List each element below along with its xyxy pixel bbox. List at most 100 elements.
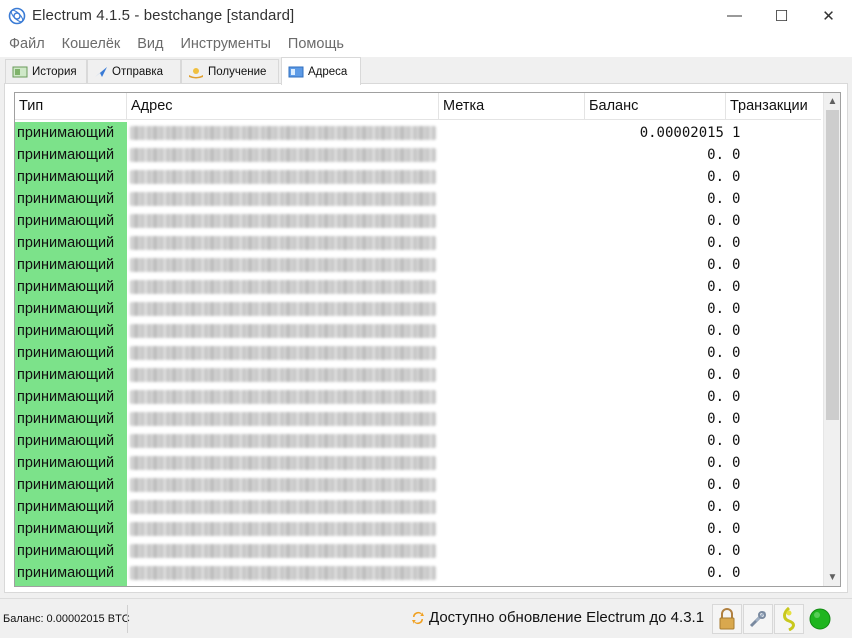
network-status-icon[interactable]: [805, 604, 835, 634]
label-cell[interactable]: [439, 386, 585, 408]
table-row[interactable]: принимающий 0. 0: [15, 562, 821, 584]
tab-send[interactable]: Отправка: [87, 59, 181, 84]
scroll-down-icon[interactable]: ▼: [824, 569, 840, 586]
transactions-cell: 0: [732, 345, 741, 361]
label-cell[interactable]: [439, 342, 585, 364]
label-cell[interactable]: [439, 320, 585, 342]
table-row[interactable]: принимающий 0. 0: [15, 474, 821, 496]
tab-receive[interactable]: Получение: [181, 59, 279, 84]
balance-cell: 0.: [707, 235, 724, 251]
menu-wallet[interactable]: Кошелёк: [54, 36, 129, 52]
table-row[interactable]: принимающий 0. 0: [15, 364, 821, 386]
table-row[interactable]: принимающий 0. 0: [15, 430, 821, 452]
table-row[interactable]: принимающий 0. 0: [15, 496, 821, 518]
electrum-logo-icon: [8, 7, 26, 24]
table-row[interactable]: принимающий 0. 0: [15, 276, 821, 298]
table-row[interactable]: принимающий 0. 0: [15, 452, 821, 474]
transactions-cell: 0: [732, 433, 741, 449]
menu-help[interactable]: Помощь: [280, 36, 352, 52]
label-cell[interactable]: [439, 540, 585, 562]
electrum-window: Electrum 4.1.5 - bestchange [standard] —…: [0, 0, 852, 638]
redacted-address: [130, 170, 436, 184]
update-refresh-icon: [411, 611, 425, 625]
address-cell: [127, 540, 439, 562]
address-cell: [127, 232, 439, 254]
label-cell[interactable]: [439, 408, 585, 430]
label-cell[interactable]: [439, 276, 585, 298]
balance-cell: 0.: [707, 543, 724, 559]
table-row[interactable]: принимающий 0. 0: [15, 518, 821, 540]
table-row[interactable]: принимающий 0. 0: [15, 540, 821, 562]
table-row[interactable]: принимающий 0. 0: [15, 298, 821, 320]
transactions-cell: 0: [732, 455, 741, 471]
table-row[interactable]: принимающий 0. 0: [15, 254, 821, 276]
label-cell[interactable]: [439, 166, 585, 188]
maximize-button[interactable]: ☐: [758, 0, 805, 31]
tab-receive-label: Получение: [208, 66, 267, 78]
scroll-up-icon[interactable]: ▲: [824, 93, 840, 110]
address-cell: [127, 144, 439, 166]
label-cell[interactable]: [439, 254, 585, 276]
label-cell[interactable]: [439, 452, 585, 474]
balance-cell: 0.: [707, 367, 724, 383]
balance-cell: 0.: [707, 191, 724, 207]
address-type-cell: принимающий: [15, 122, 127, 144]
table-row[interactable]: принимающий 0. 0: [15, 166, 821, 188]
transactions-cell: 0: [732, 389, 741, 405]
address-type-cell: принимающий: [15, 188, 127, 210]
transactions-cell: 0: [732, 499, 741, 515]
table-row[interactable]: принимающий 0. 0: [15, 342, 821, 364]
minimize-button[interactable]: —: [711, 0, 758, 31]
label-cell[interactable]: [439, 364, 585, 386]
header-balance[interactable]: Баланс: [585, 93, 726, 120]
transactions-cell: 0: [732, 169, 741, 185]
redacted-address: [130, 456, 436, 470]
menu-file[interactable]: Файл: [0, 36, 53, 52]
table-row[interactable]: принимающий1b9e39c4PFcbeqM19m xAnKTVaxs2…: [15, 584, 821, 586]
table-body: принимающий 0.00002015 1 принимающий 0. 0 прин…: [15, 122, 821, 586]
address-cell: [127, 408, 439, 430]
header-type[interactable]: Тип: [15, 93, 127, 120]
lock-icon[interactable]: [712, 604, 742, 634]
label-cell[interactable]: [439, 474, 585, 496]
balance-cell: 0.: [585, 584, 726, 586]
label-cell[interactable]: [439, 496, 585, 518]
seed-icon[interactable]: [774, 604, 804, 634]
label-cell[interactable]: [439, 188, 585, 210]
table-row[interactable]: принимающий 0. 0: [15, 188, 821, 210]
table-row[interactable]: принимающий 0. 0: [15, 144, 821, 166]
menu-tools[interactable]: Инструменты: [173, 36, 279, 52]
table-row[interactable]: принимающий 0. 0: [15, 232, 821, 254]
label-cell[interactable]: [439, 144, 585, 166]
table-row[interactable]: принимающий 0. 0: [15, 320, 821, 342]
address-type-cell: принимающий: [15, 254, 127, 276]
tab-addresses[interactable]: Адреса: [281, 57, 361, 85]
balance-cell: 0.: [707, 411, 724, 427]
label-cell[interactable]: [439, 430, 585, 452]
table-row[interactable]: принимающий 0. 0: [15, 210, 821, 232]
table-row[interactable]: принимающий 0. 0: [15, 386, 821, 408]
update-available-button[interactable]: Доступно обновление Electrum до 4.3.1: [411, 609, 704, 626]
header-label[interactable]: Метка: [439, 93, 585, 120]
header-transactions[interactable]: Транзакции: [726, 93, 821, 120]
label-cell[interactable]: [439, 122, 585, 144]
transactions-cell: 0: [732, 147, 741, 163]
label-cell[interactable]: [439, 232, 585, 254]
header-address[interactable]: Адрес: [127, 93, 439, 120]
tools-icon[interactable]: [743, 604, 773, 634]
transactions-cell: 1: [732, 125, 741, 141]
table-row[interactable]: принимающий 0. 0: [15, 408, 821, 430]
close-button[interactable]: ✕: [805, 0, 852, 31]
label-cell[interactable]: [439, 518, 585, 540]
table-row[interactable]: принимающий 0.00002015 1: [15, 122, 821, 144]
menu-view[interactable]: Вид: [129, 36, 171, 52]
address-cell: [127, 474, 439, 496]
scrollbar-thumb[interactable]: [826, 110, 839, 420]
label-cell[interactable]: [439, 210, 585, 232]
label-cell[interactable]: [439, 298, 585, 320]
label-cell[interactable]: [439, 584, 585, 586]
label-cell[interactable]: [439, 562, 585, 584]
redacted-address: [130, 192, 436, 206]
tab-history[interactable]: История: [5, 59, 87, 84]
vertical-scrollbar[interactable]: ▲ ▼: [823, 93, 840, 586]
